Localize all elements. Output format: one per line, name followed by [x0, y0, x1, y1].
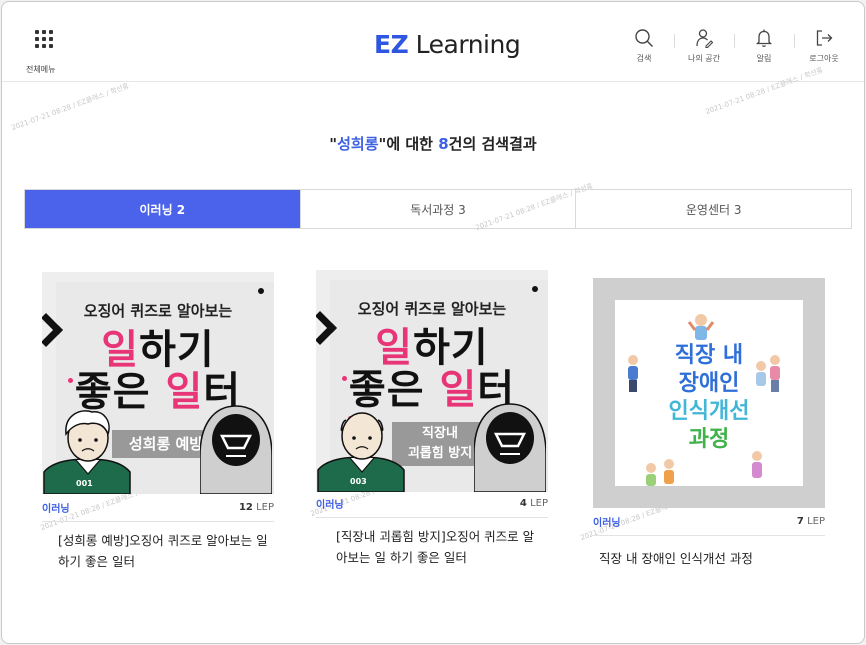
site-logo[interactable]: EZ Learning [374, 30, 521, 59]
card-title[interactable]: [직장내 괴롭힘 방지]오징어 퀴즈로 알아보는 일 하기 좋은 일터 [336, 526, 542, 568]
card-lep: 7 LEP [796, 516, 825, 527]
search-keyword: 성희롱 [337, 135, 379, 153]
result-suffix: 건의 검색결과 [448, 135, 537, 153]
grid-menu-icon [35, 30, 53, 48]
card-category: 이러닝 [42, 504, 70, 515]
logout-button[interactable]: 로그아웃 [794, 28, 854, 64]
card-title[interactable]: [성희롱 예방]오징어 퀴즈로 알아보는 일 하기 좋은 일터 [58, 530, 274, 572]
notification-label: 알림 [756, 54, 772, 63]
site-header: 전체메뉴 EZ Learning 검색 나의 공간 알림 로그아웃 [2, 2, 864, 82]
search-button[interactable]: 검색 [614, 28, 674, 64]
tab-operation-center[interactable]: 운영센터 3 [575, 190, 851, 228]
card-meta: 이러닝 7 LEP [593, 508, 825, 536]
card-meta: 이러닝 4 LEP [316, 490, 548, 518]
card-category: 이러닝 [593, 518, 621, 529]
header-actions: 검색 나의 공간 알림 로그아웃 [614, 28, 854, 64]
search-result-title: "성희롱"에 대한 8건의 검색결과 [2, 133, 864, 154]
thumb-poster: 직장 내 장애인 인식개선 과정 [615, 300, 803, 486]
course-card[interactable]: 오징어 퀴즈로 알아보는 일하기 좋은 일터 성희롱 예방 001 이러닝 12… [42, 272, 274, 569]
result-tabs: 이러닝 2 독서과정 3 운영센터 3 [24, 189, 852, 229]
my-space-button[interactable]: 나의 공간 [674, 28, 734, 64]
player-number: 001 [76, 479, 93, 488]
app-frame: 전체메뉴 EZ Learning 검색 나의 공간 알림 로그아웃 2021-0… [1, 1, 865, 644]
result-count: 8 [438, 135, 449, 153]
course-card[interactable]: 오징어 퀴즈로 알아보는 일하기 좋은 일터 직장내 괴롭힘 방지 003 이러… [316, 270, 548, 565]
thumb-heading-1: 일하기 [101, 327, 215, 373]
notification-button[interactable]: 알림 [734, 28, 794, 64]
poster-line-4: 과정 [688, 427, 730, 452]
logo-learning: Learning [408, 30, 521, 59]
card-meta: 이러닝 12 LEP [42, 494, 274, 522]
search-icon [635, 29, 653, 47]
tab-elearning[interactable]: 이러닝 2 [25, 190, 300, 228]
thumb-subtitle: 오징어 퀴즈로 알아보는 [357, 300, 507, 318]
my-space-label: 나의 공간 [688, 54, 720, 63]
all-menu-label: 전체메뉴 [26, 65, 56, 74]
course-thumbnail[interactable]: 오징어 퀴즈로 알아보는 일하기 좋은 일터 성희롱 예방 001 [42, 272, 274, 494]
card-lep: 12 LEP [238, 502, 274, 513]
watermark: 2021-07-21 08:28 / EZ클래스 / 학선홍 [10, 81, 131, 133]
poster-line-2: 장애인 [678, 371, 740, 396]
tab-reading-course[interactable]: 독서과정 3 [299, 190, 576, 228]
bell-icon [755, 29, 773, 47]
poster-line-1: 직장 내 [674, 343, 744, 368]
thumb-subtitle: 오징어 퀴즈로 알아보는 [83, 302, 233, 320]
guard-illustration [200, 405, 272, 494]
result-middle: 에 대한 [386, 135, 439, 153]
search-label: 검색 [636, 54, 652, 63]
course-thumbnail[interactable]: 오징어 퀴즈로 알아보는 일하기 좋은 일터 직장내 괴롭힘 방지 003 [316, 270, 548, 492]
logo-ez: EZ [374, 30, 409, 59]
player-number: 003 [350, 477, 367, 486]
card-title[interactable]: 직장 내 장애인 인식개선 과정 [599, 548, 825, 569]
quote-open: " [329, 135, 338, 153]
my-space-icon [696, 29, 714, 48]
guard-illustration [474, 403, 546, 492]
card-lep: 4 LEP [519, 498, 548, 509]
card-category: 이러닝 [316, 500, 344, 511]
all-menu-button[interactable]: 전체메뉴 [24, 30, 64, 74]
course-card[interactable]: 직장 내 장애인 인식개선 과정 이러닝 7 LEP 직장 내 장애인 인식개선… [593, 278, 825, 566]
course-thumbnail[interactable]: 직장 내 장애인 인식개선 과정 [593, 278, 825, 508]
logout-icon [816, 30, 833, 46]
poster-line-3: 인식개선 [668, 399, 750, 424]
logout-label: 로그아웃 [809, 54, 839, 63]
thumb-heading-1: 일하기 [375, 325, 489, 371]
